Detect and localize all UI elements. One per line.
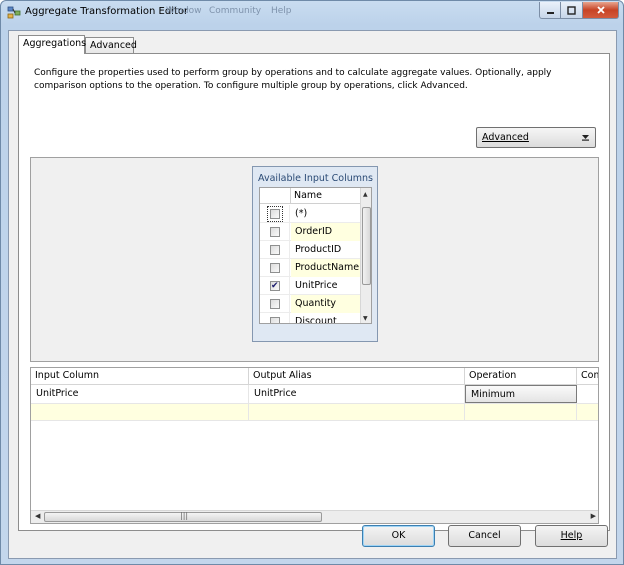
instructions-text: Configure the properties used to perform… bbox=[34, 68, 552, 91]
column-row-discount[interactable]: Discount bbox=[260, 313, 360, 324]
close-icon bbox=[596, 6, 605, 14]
column-row-unitprice[interactable]: ✔ UnitPrice bbox=[260, 277, 360, 295]
ok-button[interactable]: OK bbox=[362, 525, 435, 547]
scroll-right-icon[interactable]: ▶ bbox=[591, 512, 596, 520]
input-column-cell[interactable]: UnitPrice bbox=[31, 385, 249, 403]
tab-advanced[interactable]: Advanced bbox=[85, 37, 137, 54]
checkbox-cell: ✔ bbox=[260, 277, 290, 295]
operation-header[interactable]: Operation bbox=[465, 368, 577, 385]
cancel-button[interactable]: Cancel bbox=[448, 525, 521, 547]
column-name: UnitPrice bbox=[295, 280, 338, 291]
column-row-productname[interactable]: ProductName bbox=[260, 259, 360, 277]
scroll-thumb[interactable] bbox=[362, 207, 371, 285]
maximize-icon bbox=[567, 5, 576, 15]
output-alias-header[interactable]: Output Alias bbox=[249, 368, 465, 385]
column-name: ProductID bbox=[295, 244, 342, 255]
table-row[interactable]: UnitPrice UnitPrice Minimum bbox=[31, 385, 598, 404]
column-name: OrderID bbox=[291, 223, 360, 241]
output-horizontal-scrollbar[interactable]: ◀ ||| ▶ bbox=[31, 510, 598, 523]
column-checkbox-quantity[interactable] bbox=[270, 299, 280, 309]
column-row-all[interactable]: (*) bbox=[260, 205, 360, 223]
title-bar[interactable]: Aggregate Transformation Editor Window C… bbox=[1, 1, 623, 23]
column-row-productid[interactable]: ProductID bbox=[260, 241, 360, 259]
help-button-label: Help bbox=[560, 530, 583, 541]
new-row-input-cell[interactable] bbox=[31, 404, 249, 420]
help-button[interactable]: Help bbox=[535, 525, 608, 547]
output-alias-cell[interactable]: UnitPrice bbox=[249, 385, 465, 403]
operation-cell[interactable]: Minimum bbox=[465, 385, 577, 403]
column-checkbox-productid[interactable] bbox=[270, 245, 280, 255]
designer-surface: Available Input Columns Name (*) OrderID… bbox=[30, 157, 599, 362]
available-input-columns-box[interactable]: Available Input Columns Name (*) OrderID… bbox=[252, 166, 378, 342]
input-column-header[interactable]: Input Column bbox=[31, 368, 249, 385]
column-row-orderid[interactable]: OrderID bbox=[260, 223, 360, 241]
column-name: (*) bbox=[295, 208, 308, 219]
dialog-client-area: Aggregations Advanced Configure the prop… bbox=[8, 30, 617, 559]
column-checkbox-orderid[interactable] bbox=[270, 227, 280, 237]
new-row-alias-cell[interactable] bbox=[249, 404, 465, 420]
aggregate-transformation-editor-window: Aggregate Transformation Editor Window C… bbox=[0, 0, 624, 565]
column-row-quantity[interactable]: Quantity bbox=[260, 295, 360, 313]
window-title: Aggregate Transformation Editor bbox=[25, 6, 189, 17]
close-button[interactable] bbox=[583, 2, 619, 19]
column-name: Discount bbox=[295, 316, 337, 324]
column-name: Quantity bbox=[291, 295, 360, 313]
ghost-menu-window: Window bbox=[166, 6, 202, 16]
minimize-button[interactable] bbox=[539, 2, 561, 19]
output-grid-header: Input Column Output Alias Operation Com bbox=[31, 368, 598, 385]
ghost-menu-community: Community bbox=[209, 6, 262, 16]
output-columns-grid: Input Column Output Alias Operation Com … bbox=[30, 367, 599, 524]
advanced-toggle-button[interactable]: Advanced bbox=[476, 127, 596, 148]
checkbox-cell bbox=[260, 223, 290, 241]
app-icon bbox=[7, 6, 21, 19]
column-checkbox-discount[interactable] bbox=[270, 317, 280, 323]
column-checkbox-productname[interactable] bbox=[270, 263, 280, 273]
new-row[interactable] bbox=[31, 404, 598, 421]
aggregations-tab-page: Configure the properties used to perform… bbox=[18, 53, 610, 531]
scroll-down-icon[interactable]: ▼ bbox=[363, 315, 368, 322]
checkbox-cell bbox=[260, 313, 290, 323]
scroll-left-icon[interactable]: ◀ bbox=[35, 512, 40, 520]
checkbox-cell bbox=[260, 205, 290, 223]
header-separator bbox=[290, 188, 291, 204]
chevron-down-icon bbox=[582, 135, 589, 141]
comparison-flags-header[interactable]: Com bbox=[577, 368, 598, 385]
column-name: ProductName bbox=[291, 259, 360, 277]
scroll-up-icon[interactable]: ▲ bbox=[363, 191, 368, 198]
ghost-menu-help: Help bbox=[271, 6, 292, 16]
advanced-toggle-label: Advanced bbox=[482, 132, 529, 143]
available-input-columns-title: Available Input Columns bbox=[258, 173, 373, 184]
tab-aggregations[interactable]: Aggregations bbox=[18, 35, 86, 54]
minimize-icon bbox=[546, 11, 554, 14]
new-row-operation-cell[interactable] bbox=[465, 404, 577, 420]
checkmark-icon: ✔ bbox=[271, 281, 279, 291]
grip-icon: ||| bbox=[180, 511, 189, 520]
maximize-button[interactable] bbox=[561, 2, 583, 19]
available-columns-grid: Name (*) OrderID ProductID ProductName ✔… bbox=[259, 187, 372, 324]
checkbox-cell bbox=[260, 295, 290, 313]
checkbox-cell bbox=[260, 259, 290, 277]
name-column-header: Name bbox=[294, 190, 323, 201]
column-checkbox-unitprice[interactable]: ✔ bbox=[270, 281, 280, 291]
columns-vertical-scrollbar[interactable]: ▲ ▼ bbox=[360, 188, 371, 323]
column-checkbox-all[interactable] bbox=[267, 206, 283, 222]
columns-grid-header: Name bbox=[260, 188, 360, 204]
horizontal-scroll-thumb[interactable]: ||| bbox=[44, 511, 322, 522]
checkbox-cell bbox=[260, 241, 290, 259]
